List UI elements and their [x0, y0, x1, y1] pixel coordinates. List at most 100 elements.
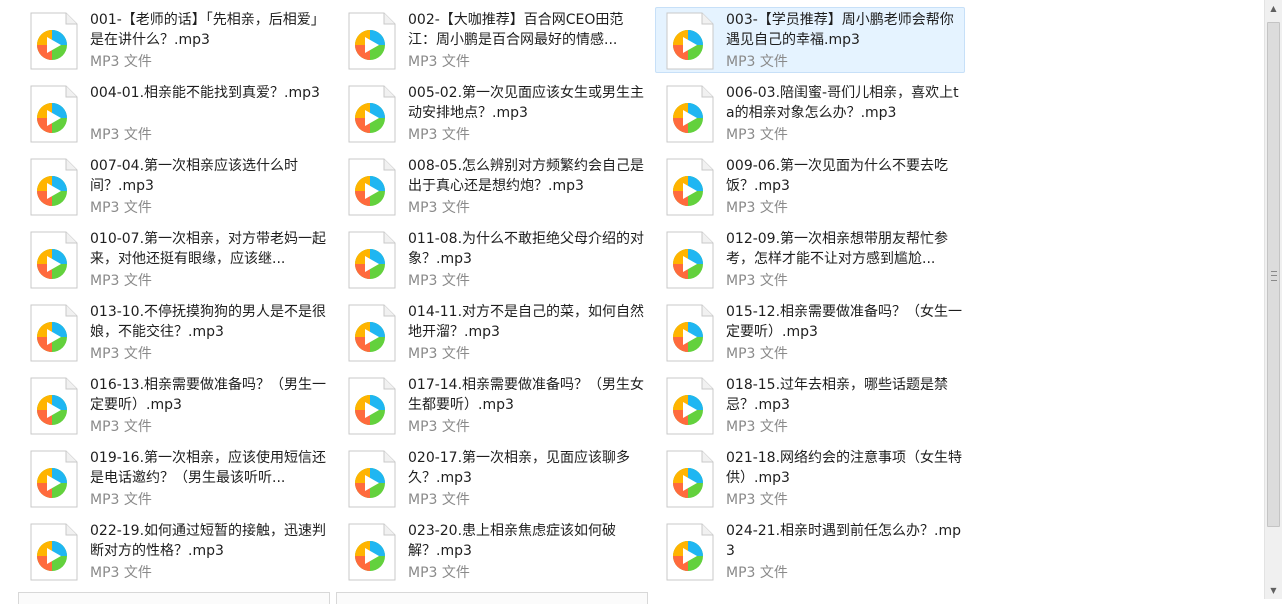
file-item[interactable]: 021-18.网络约会的注意事项（女生特供）.mp3 MP3 文件 — [655, 445, 965, 511]
video-player-file-icon — [30, 231, 78, 289]
video-player-file-icon — [30, 158, 78, 216]
file-name: 018-15.过年去相亲，哪些话题是禁忌？.mp3 — [726, 377, 949, 413]
file-type: MP3 文件 — [726, 346, 788, 362]
file-item[interactable]: 003-【学员推荐】周小鹏老师会帮你遇见自己的幸福.mp3 MP3 文件 — [655, 7, 965, 73]
file-item[interactable]: 024-21.相亲时遇到前任怎么办？.mp3 MP3 文件 — [655, 518, 965, 584]
scroll-grip-icon — [1271, 271, 1277, 281]
file-name: 013-10.不停抚摸狗狗的男人是不是很娘，不能交往？.mp3 — [90, 304, 327, 340]
file-item[interactable]: 002-【大咖推荐】百合网CEO田范江：周小鹏是百合网最好的情感... MP3 文… — [337, 7, 647, 73]
file-name: 011-08.为什么不敢拒绝父母介绍的对象？.mp3 — [408, 231, 645, 267]
video-player-file-icon — [348, 304, 396, 362]
file-item[interactable]: 015-12.相亲需要做准备吗？（女生一定要听）.mp3 MP3 文件 — [655, 299, 965, 365]
video-player-file-icon — [666, 158, 714, 216]
file-type: MP3 文件 — [90, 273, 152, 289]
file-item[interactable]: 014-11.对方不是自己的菜，如何自然地开溜？.mp3 MP3 文件 — [337, 299, 647, 365]
video-player-file-icon — [666, 304, 714, 362]
file-item[interactable]: 006-03.陪闺蜜-哥们儿相亲，喜欢上ta的相亲对象怎么办？.mp3 MP3 文… — [655, 80, 965, 146]
file-name: 016-13.相亲需要做准备吗？（男生一定要听）.mp3 — [90, 377, 327, 413]
video-player-file-icon — [348, 158, 396, 216]
video-player-file-icon — [348, 12, 396, 70]
file-item[interactable]: 004-01.相亲能不能找到真爱？.mp3 MP3 文件 — [19, 80, 329, 146]
file-name: 009-06.第一次见面为什么不要去吃饭？.mp3 — [726, 158, 949, 194]
file-item[interactable]: 010-07.第一次相亲，对方带老妈一起来，对他还挺有眼缘，应该继... MP3 … — [19, 226, 329, 292]
file-type: MP3 文件 — [408, 492, 470, 508]
file-type: MP3 文件 — [408, 346, 470, 362]
file-name: 023-20.患上相亲焦虑症该如何破解？.mp3 — [408, 523, 617, 559]
file-item[interactable]: 020-17.第一次相亲，见面应该聊多久？.mp3 MP3 文件 — [337, 445, 647, 511]
file-type: MP3 文件 — [726, 127, 788, 143]
file-item[interactable]: 012-09.第一次相亲想带朋友帮忙参考，怎样才能不让对方感到尴尬... MP3 … — [655, 226, 965, 292]
video-player-file-icon — [348, 377, 396, 435]
file-name: 006-03.陪闺蜜-哥们儿相亲，喜欢上ta的相亲对象怎么办？.mp3 — [726, 85, 959, 121]
video-player-file-icon — [666, 12, 714, 70]
vertical-scrollbar[interactable]: ▲ ▼ — [1264, 0, 1282, 599]
file-type: MP3 文件 — [726, 200, 788, 216]
file-item[interactable]: 008-05.怎么辨别对方频繁约会自己是出于真心还是想约炮？.mp3 MP3 文件 — [337, 153, 647, 219]
video-player-file-icon — [348, 450, 396, 508]
file-type: MP3 文件 — [90, 565, 152, 581]
video-player-file-icon — [666, 523, 714, 581]
file-type: MP3 文件 — [408, 565, 470, 581]
file-item[interactable]: 022-19.如何通过短暂的接触，迅速判断对方的性格？.mp3 MP3 文件 — [19, 518, 329, 584]
file-type: MP3 文件 — [408, 200, 470, 216]
file-type: MP3 文件 — [408, 273, 470, 289]
file-name: 005-02.第一次见面应该女生或男生主动安排地点？.mp3 — [408, 85, 645, 121]
file-type: MP3 文件 — [408, 54, 470, 70]
video-player-file-icon — [30, 304, 78, 362]
file-item[interactable]: 017-14.相亲需要做准备吗？（男生女生都要听）.mp3 MP3 文件 — [337, 372, 647, 438]
file-name: 007-04.第一次相亲应该选什么时间？.mp3 — [90, 158, 299, 194]
scrollbar-thumb[interactable] — [1267, 22, 1280, 527]
video-player-file-icon — [666, 85, 714, 143]
file-type: MP3 文件 — [90, 127, 152, 143]
file-item[interactable]: 013-10.不停抚摸狗狗的男人是不是很娘，不能交往？.mp3 MP3 文件 — [19, 299, 329, 365]
video-player-file-icon — [348, 523, 396, 581]
file-item[interactable]: 019-16.第一次相亲，应该使用短信还是电话邀约？（男生最该听听... MP3 … — [19, 445, 329, 511]
partial-tile-next-row[interactable] — [336, 592, 648, 604]
file-item[interactable]: 005-02.第一次见面应该女生或男生主动安排地点？.mp3 MP3 文件 — [337, 80, 647, 146]
file-name: 021-18.网络约会的注意事项（女生特供）.mp3 — [726, 450, 963, 486]
video-player-file-icon — [30, 85, 78, 143]
video-player-file-icon — [348, 85, 396, 143]
file-name: 017-14.相亲需要做准备吗？（男生女生都要听）.mp3 — [408, 377, 645, 413]
video-player-file-icon — [30, 12, 78, 70]
file-name: 020-17.第一次相亲，见面应该聊多久？.mp3 — [408, 450, 631, 486]
file-type: MP3 文件 — [726, 54, 788, 70]
file-name: 024-21.相亲时遇到前任怎么办？.mp3 — [726, 523, 962, 559]
file-item[interactable]: 011-08.为什么不敢拒绝父母介绍的对象？.mp3 MP3 文件 — [337, 226, 647, 292]
file-type: MP3 文件 — [90, 54, 152, 70]
file-type: MP3 文件 — [726, 565, 788, 581]
video-player-file-icon — [30, 377, 78, 435]
file-name: 004-01.相亲能不能找到真爱？.mp3 — [90, 85, 320, 101]
file-name: 014-11.对方不是自己的菜，如何自然地开溜？.mp3 — [408, 304, 645, 340]
video-player-file-icon — [666, 231, 714, 289]
file-grid: 001-【老师的话】「先相亲，后相爱」是在讲什么？.mp3 MP3 文件 002-【… — [0, 0, 1262, 599]
video-player-file-icon — [30, 450, 78, 508]
video-player-file-icon — [30, 523, 78, 581]
scroll-down-arrow-icon[interactable]: ▼ — [1265, 582, 1282, 599]
file-name: 015-12.相亲需要做准备吗？（女生一定要听）.mp3 — [726, 304, 963, 340]
file-type: MP3 文件 — [726, 273, 788, 289]
video-player-file-icon — [666, 450, 714, 508]
file-type: MP3 文件 — [726, 419, 788, 435]
file-name: 010-07.第一次相亲，对方带老妈一起来，对他还挺有眼缘，应该继... — [90, 231, 327, 267]
file-type: MP3 文件 — [90, 346, 152, 362]
file-type: MP3 文件 — [90, 492, 152, 508]
file-item[interactable]: 018-15.过年去相亲，哪些话题是禁忌？.mp3 MP3 文件 — [655, 372, 965, 438]
file-type: MP3 文件 — [726, 492, 788, 508]
file-item[interactable]: 001-【老师的话】「先相亲，后相爱」是在讲什么？.mp3 MP3 文件 — [19, 7, 329, 73]
file-name: 008-05.怎么辨别对方频繁约会自己是出于真心还是想约炮？.mp3 — [408, 158, 645, 194]
file-name: 022-19.如何通过短暂的接触，迅速判断对方的性格？.mp3 — [90, 523, 327, 559]
file-name: 003-【学员推荐】周小鹏老师会帮你遇见自己的幸福.mp3 — [726, 12, 954, 48]
file-item[interactable]: 009-06.第一次见面为什么不要去吃饭？.mp3 MP3 文件 — [655, 153, 965, 219]
file-type: MP3 文件 — [90, 419, 152, 435]
video-player-file-icon — [666, 377, 714, 435]
file-type: MP3 文件 — [408, 127, 470, 143]
file-name: 002-【大咖推荐】百合网CEO田范江：周小鹏是百合网最好的情感... — [408, 12, 624, 48]
file-item[interactable]: 023-20.患上相亲焦虑症该如何破解？.mp3 MP3 文件 — [337, 518, 647, 584]
scroll-up-arrow-icon[interactable]: ▲ — [1265, 0, 1282, 17]
file-type: MP3 文件 — [408, 419, 470, 435]
file-item[interactable]: 007-04.第一次相亲应该选什么时间？.mp3 MP3 文件 — [19, 153, 329, 219]
file-item[interactable]: 016-13.相亲需要做准备吗？（男生一定要听）.mp3 MP3 文件 — [19, 372, 329, 438]
video-player-file-icon — [348, 231, 396, 289]
partial-tile-next-row[interactable] — [18, 592, 330, 604]
